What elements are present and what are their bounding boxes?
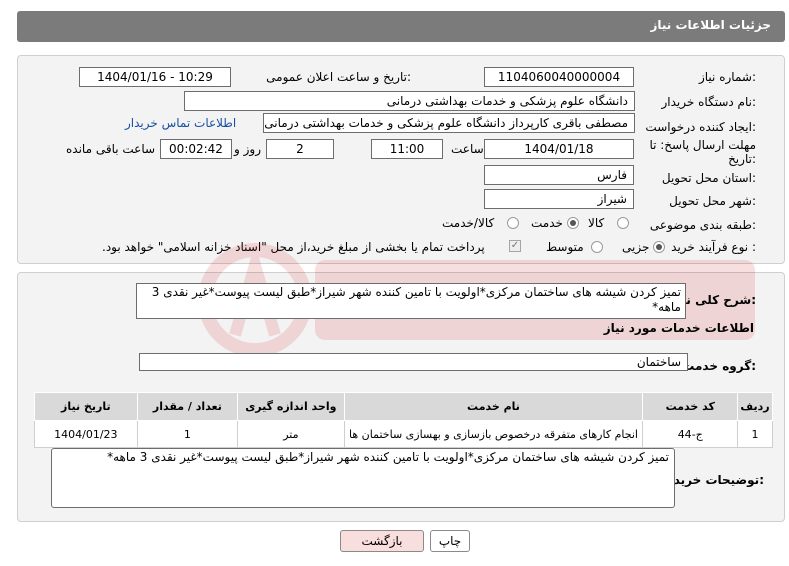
back-button[interactable]: بازگشت (340, 530, 424, 552)
col-date-needed: تاریخ نیاز (34, 392, 138, 421)
category-radio-service[interactable] (567, 217, 579, 229)
category-radio-goods[interactable] (617, 217, 629, 229)
cell-row: 1 (736, 420, 774, 448)
buyer-notes-label: توضیحات خریدار: (662, 473, 764, 487)
col-service-name: نام خدمت (343, 392, 644, 421)
page-header: جزئیات اطلاعات نیاز (17, 11, 785, 42)
days-label: روز و (234, 142, 261, 156)
deadline-date-field: 1404/01/18 (484, 139, 634, 159)
services-title: اطلاعات خدمات مورد نیاز (603, 321, 754, 335)
cell-quantity: 1 (136, 420, 239, 448)
cell-date-needed: 1404/01/23 (34, 420, 138, 448)
category-label: طبقه بندی موضوعی: (649, 218, 756, 232)
days-field: 2 (266, 139, 334, 159)
province-field: فارس (484, 165, 634, 185)
treasury-checkbox[interactable]: ✓ (509, 240, 521, 252)
announce-field: 1404/01/16 - 10:29 (79, 67, 231, 87)
process-option-minor: جزیی (622, 240, 650, 254)
category-radio-goods-service[interactable] (507, 217, 519, 229)
announce-label: تاریخ و ساعت اعلان عمومی: (266, 70, 411, 84)
creator-field: مصطفی باقری کارپرداز دانشگاه علوم پزشکی … (263, 113, 635, 133)
category-option-goods: کالا (588, 216, 605, 230)
col-service-code: کد خدمت (642, 392, 738, 421)
service-group-field: ساختمان (139, 353, 688, 371)
summary-textarea: تمیز کردن شیشه های ساختمان مرکزی*اولویت … (136, 283, 686, 319)
need-number-label: شماره نیاز: (698, 70, 756, 84)
table-header-row: تاریخ نیاز تعداد / مقدار واحد اندازه گیر… (34, 392, 774, 421)
process-option-medium: متوسط (546, 240, 584, 254)
service-group-label: گروه خدمت: (682, 359, 756, 373)
remaining-time-field: 00:02:42 (160, 139, 232, 159)
page-title: جزئیات اطلاعات نیاز (650, 18, 771, 32)
table-row: 1404/01/23 1 متر انجام کارهای متفرقه درخ… (34, 420, 774, 448)
buyer-org-field: دانشگاه علوم پزشکی و خدمات بهداشتی درمان… (184, 91, 635, 111)
buyer-contact-link[interactable]: اطلاعات تماس خریدار (125, 116, 236, 130)
buyer-org-label: نام دستگاه خریدار: (661, 95, 757, 109)
deadline-time-label: ساعت (451, 142, 484, 156)
category-option-goods-service: کالا/خدمت (442, 216, 495, 230)
print-button[interactable]: چاپ (430, 530, 470, 552)
deadline-label-date: تاریخ: (728, 152, 756, 166)
process-radio-medium[interactable] (591, 241, 603, 253)
deadline-time-field: 11:00 (371, 139, 443, 159)
col-unit: واحد اندازه گیری (237, 392, 345, 421)
process-radio-minor[interactable] (653, 241, 665, 253)
remaining-time-label: ساعت باقی مانده (66, 142, 156, 156)
cell-service-code: ج-44 (642, 420, 738, 448)
deadline-label: مهلت ارسال پاسخ: تا (649, 138, 756, 152)
col-row: ردیف (736, 392, 774, 421)
creator-label: ایجاد کننده درخواست: (645, 120, 756, 134)
city-label: شهر محل تحویل: (669, 194, 756, 208)
payment-note: پرداخت تمام یا بخشی از مبلغ خرید،از محل … (102, 240, 485, 254)
col-quantity: تعداد / مقدار (136, 392, 239, 421)
province-label: استان محل تحویل: (661, 171, 756, 185)
cell-service-name: انجام کارهای متفرقه درخصوص بازسازی و بهس… (343, 420, 644, 448)
services-table: تاریخ نیاز تعداد / مقدار واحد اندازه گیر… (34, 392, 774, 448)
city-field: شیراز (484, 189, 634, 209)
cell-unit: متر (237, 420, 345, 448)
category-option-service: خدمت (531, 216, 563, 230)
buyer-notes-textarea: تمیز کردن شیشه های ساختمان مرکزی*اولویت … (51, 448, 675, 508)
need-number-field: 1104060040000004 (484, 67, 634, 87)
process-label: نوع فرآیند خرید : (671, 240, 756, 254)
